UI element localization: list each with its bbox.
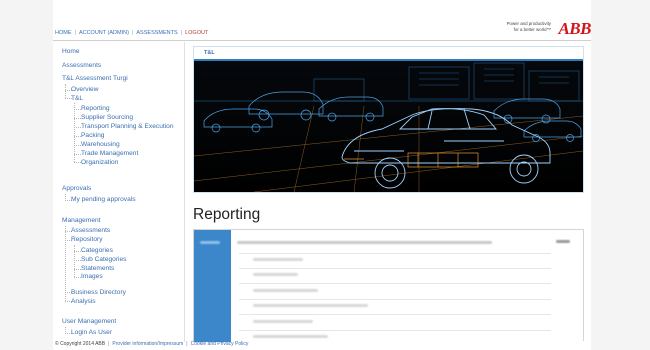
page-container: HOME | ACCOUNT (ADMIN) | ASSESSMENTS | LOGOUT … bbox=[53, 0, 591, 350]
sidebar-item-organization[interactable]: Organization bbox=[81, 159, 118, 166]
panel-header: T&L bbox=[194, 47, 583, 61]
footer: © Copyright 2014 ABB | Provider informatio… bbox=[55, 341, 248, 347]
sidebar-item-management[interactable]: Management bbox=[62, 217, 101, 224]
sidebar-item-warehousing[interactable]: Warehousing bbox=[81, 141, 120, 148]
sidebar-item-transport-planning[interactable]: Transport Planning & Execution bbox=[81, 123, 174, 130]
top-navigation: HOME | ACCOUNT (ADMIN) | ASSESSMENTS | LOGOUT bbox=[55, 30, 208, 36]
sidebar-item-supplier-sourcing[interactable]: Supplier Sourcing bbox=[81, 114, 133, 121]
report-rows bbox=[231, 230, 583, 342]
sidebar-item-assessments[interactable]: Assessments bbox=[62, 62, 101, 69]
footer-separator: | bbox=[108, 341, 110, 347]
blurred-text bbox=[253, 335, 328, 338]
header-divider bbox=[53, 40, 591, 41]
tree-line bbox=[74, 162, 81, 163]
tree-line bbox=[74, 127, 81, 128]
tree-line bbox=[74, 118, 81, 119]
footer-provider-link[interactable]: Provider information/Impressum bbox=[112, 341, 183, 347]
tree-line bbox=[74, 260, 81, 261]
row-divider bbox=[239, 314, 551, 315]
sidebar-item-categories[interactable]: Categories bbox=[81, 247, 113, 254]
blurred-text bbox=[556, 240, 570, 243]
abb-logo[interactable]: ABB bbox=[558, 19, 591, 39]
sidebar-item-pending-approvals[interactable]: My pending approvals bbox=[71, 196, 136, 203]
tree-line bbox=[74, 154, 81, 155]
page-title: Reporting bbox=[193, 206, 261, 223]
sidebar-item-business-directory[interactable]: Business Directory bbox=[71, 289, 126, 296]
nav-logout-link[interactable]: LOGOUT bbox=[185, 30, 208, 36]
nav-separator: | bbox=[131, 30, 134, 36]
tree-line bbox=[74, 136, 81, 137]
sidebar-item-tl[interactable]: T&L bbox=[71, 95, 83, 102]
sidebar-item-images[interactable]: Images bbox=[81, 273, 103, 280]
blurred-text bbox=[253, 304, 368, 307]
footer-cookie-link[interactable]: Cookie and Privacy Policy bbox=[191, 341, 249, 347]
blurred-text bbox=[237, 241, 492, 244]
blurred-text bbox=[253, 258, 303, 261]
row-divider bbox=[239, 299, 551, 300]
sidebar-item-sub-categories[interactable]: Sub Categories bbox=[81, 256, 126, 263]
sidebar-item-repository[interactable]: Repository bbox=[71, 236, 103, 243]
brand-area: Power and productivity for a better worl… bbox=[491, 18, 592, 39]
sidebar-item-overview[interactable]: Overview bbox=[71, 86, 98, 93]
blurred-text bbox=[200, 241, 220, 244]
blurred-text bbox=[253, 273, 298, 276]
footer-copyright: © Copyright 2014 ABB bbox=[55, 341, 106, 347]
sidebar-item-analysis[interactable]: Analysis bbox=[71, 298, 96, 305]
tree-line bbox=[74, 251, 81, 252]
banner-image bbox=[194, 61, 583, 192]
sidebar-item-home[interactable]: Home bbox=[62, 48, 80, 55]
tree-line bbox=[74, 245, 75, 277]
sidebar-item-user-management[interactable]: User Management bbox=[62, 318, 116, 325]
sidebar-item-reporting[interactable]: Reporting bbox=[81, 105, 110, 112]
tree-line bbox=[74, 145, 81, 146]
wireframe-traffic-illustration bbox=[194, 61, 583, 192]
sidebar-item-current-assessment[interactable]: T&L Assessment Turgi bbox=[62, 75, 128, 82]
sidebar-item-login-as-user[interactable]: Login As User bbox=[71, 329, 112, 336]
row-divider bbox=[239, 253, 551, 254]
tree-line bbox=[65, 84, 66, 98]
row-divider bbox=[239, 283, 551, 284]
tree-line bbox=[74, 109, 81, 110]
nav-assessments-link[interactable]: ASSESSMENTS bbox=[136, 30, 177, 36]
sidebar-item-management-assessments[interactable]: Assessments bbox=[71, 227, 110, 234]
tagline-line-2: for a better world™ bbox=[513, 27, 551, 32]
blurred-text bbox=[253, 320, 313, 323]
tree-line bbox=[65, 226, 66, 301]
sidebar-item-packing[interactable]: Packing bbox=[81, 132, 104, 139]
sidebar-item-trade-management[interactable]: Trade Management bbox=[81, 150, 138, 157]
sidebar: Home Assessments T&L Assessment Turgi Ov… bbox=[53, 42, 185, 342]
nav-separator: | bbox=[180, 30, 183, 36]
row-divider bbox=[239, 330, 551, 331]
report-side-panel bbox=[194, 230, 231, 342]
row-divider bbox=[239, 268, 551, 269]
nav-home-link[interactable]: HOME bbox=[55, 30, 72, 36]
nav-separator: | bbox=[74, 30, 76, 36]
report-content bbox=[193, 229, 584, 342]
nav-account-link[interactable]: ACCOUNT (ADMIN) bbox=[79, 30, 129, 36]
banner-panel: T&L bbox=[193, 46, 584, 193]
panel-tab-tl[interactable]: T&L bbox=[204, 50, 215, 56]
footer-separator: | bbox=[186, 341, 188, 347]
sidebar-item-approvals[interactable]: Approvals bbox=[62, 185, 91, 192]
brand-tagline: Power and productivity for a better worl… bbox=[495, 21, 551, 33]
sidebar-item-statements[interactable]: Statements bbox=[81, 265, 114, 272]
tree-line bbox=[74, 269, 81, 270]
tree-line bbox=[74, 277, 81, 278]
blurred-text bbox=[253, 289, 318, 292]
